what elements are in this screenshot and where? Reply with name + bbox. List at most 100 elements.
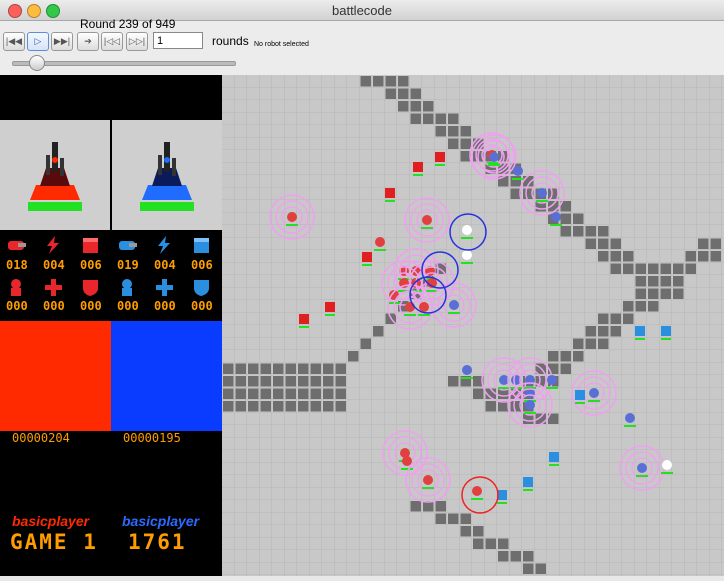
wall-cell xyxy=(635,276,646,287)
blue-robot[interactable] xyxy=(513,166,523,176)
red-robot[interactable] xyxy=(375,237,385,247)
blue-robot[interactable] xyxy=(449,300,459,310)
red-robot[interactable] xyxy=(419,302,429,312)
blue-robot[interactable] xyxy=(537,188,547,198)
round-slider-knob[interactable] xyxy=(29,55,45,71)
wall-cell xyxy=(410,113,421,124)
blue-robot[interactable] xyxy=(525,400,535,410)
blue-robot[interactable] xyxy=(637,463,647,473)
health-bar xyxy=(448,312,460,314)
red-robot[interactable] xyxy=(287,212,297,222)
wall-cell xyxy=(573,213,584,224)
wall-cell xyxy=(685,251,696,262)
red-robot[interactable] xyxy=(472,486,482,496)
health-bar xyxy=(418,314,430,316)
wall-cell xyxy=(235,363,246,374)
wall-cell xyxy=(273,401,284,412)
red-robot[interactable] xyxy=(423,475,433,485)
wall-cell xyxy=(335,376,346,387)
wall-cell xyxy=(373,326,384,337)
wall-cell xyxy=(235,401,246,412)
red-crate xyxy=(385,188,395,198)
blue-robot[interactable] xyxy=(551,212,561,222)
wall-cell xyxy=(598,313,609,324)
play-button[interactable]: ▷ xyxy=(27,32,49,51)
wall-cell xyxy=(598,226,609,237)
wall-cell xyxy=(485,538,496,549)
unit-icons-top xyxy=(0,235,222,259)
wall-cell xyxy=(223,401,234,412)
wall-cell xyxy=(298,376,309,387)
round-slider-track[interactable] xyxy=(12,61,236,66)
wall-cell xyxy=(510,176,521,187)
wall-cell xyxy=(310,376,321,387)
wall-cell xyxy=(610,326,621,337)
wall-cell xyxy=(273,388,284,399)
wall-cell xyxy=(660,276,671,287)
wall-cell xyxy=(323,401,334,412)
wall-cell xyxy=(398,101,409,112)
wall-cell xyxy=(248,388,259,399)
wall-cell xyxy=(448,113,459,124)
health-bar xyxy=(497,502,507,504)
skip-forward-icon: ▷▷| xyxy=(128,36,146,46)
playback-toolbar: Round 239 of 949 |◀◀ ▷ ▶▶| ➔ |◁◁ ▷▷| rou… xyxy=(0,17,724,75)
wall-cell xyxy=(623,301,634,312)
wall-cell xyxy=(498,551,509,562)
game-map[interactable] xyxy=(222,75,724,576)
wall-cell xyxy=(298,388,309,399)
rounds-label: rounds xyxy=(212,34,249,48)
wall-cell xyxy=(348,351,359,362)
blue-robot-icon xyxy=(122,279,132,296)
wall-cell xyxy=(498,538,509,549)
fast-forward-button[interactable]: ➔ xyxy=(77,32,99,51)
red-crate xyxy=(362,252,372,262)
skip-back-button[interactable]: |◁◁ xyxy=(101,32,123,51)
red-count-4: 000 xyxy=(6,299,28,313)
wall-cell xyxy=(635,263,646,274)
health-bar xyxy=(635,338,645,340)
wall-cell xyxy=(235,376,246,387)
blue-crate xyxy=(575,390,585,400)
health-bar xyxy=(471,498,483,500)
red-count-2: 004 xyxy=(43,258,65,272)
wall-cell xyxy=(448,126,459,137)
red-robot[interactable] xyxy=(422,215,432,225)
step-forward-icon: ▶▶| xyxy=(53,36,71,46)
wall-cell xyxy=(248,401,259,412)
map-canvas[interactable] xyxy=(222,75,724,576)
blue-robot[interactable] xyxy=(489,152,499,162)
blue-hq-icon xyxy=(140,142,194,211)
wall-cell xyxy=(435,501,446,512)
wall-cell xyxy=(473,538,484,549)
health-bar xyxy=(588,400,600,402)
neutral-unit[interactable] xyxy=(462,225,472,235)
health-bar xyxy=(461,262,473,264)
blue-robot[interactable] xyxy=(462,365,472,375)
wall-cell xyxy=(398,88,409,99)
neutral-unit[interactable] xyxy=(462,250,472,260)
neutral-unit[interactable] xyxy=(662,460,672,470)
red-score: 00000204 xyxy=(12,431,70,445)
step-forward-button[interactable]: ▶▶| xyxy=(51,32,73,51)
health-bar xyxy=(325,314,335,316)
blue-robot[interactable] xyxy=(625,413,635,423)
blue-robot[interactable] xyxy=(589,388,599,398)
wall-cell xyxy=(285,363,296,374)
skip-back-icon: |◁◁ xyxy=(103,36,121,46)
skip-forward-button[interactable]: ▷▷| xyxy=(126,32,148,51)
wall-cell xyxy=(273,363,284,374)
rewind-button[interactable]: |◀◀ xyxy=(3,32,25,51)
blue-team-block xyxy=(111,321,222,431)
wall-cell xyxy=(523,551,534,562)
red-robot[interactable] xyxy=(402,456,412,466)
wall-cell xyxy=(360,338,371,349)
red-robot[interactable] xyxy=(405,302,415,312)
blue-robot[interactable] xyxy=(547,375,557,385)
blue-shield-icon xyxy=(194,280,209,296)
wall-cell xyxy=(323,363,334,374)
wall-cell xyxy=(373,76,384,87)
health-bar xyxy=(636,475,648,477)
rounds-input[interactable] xyxy=(153,32,203,49)
blue-crate xyxy=(635,326,645,336)
